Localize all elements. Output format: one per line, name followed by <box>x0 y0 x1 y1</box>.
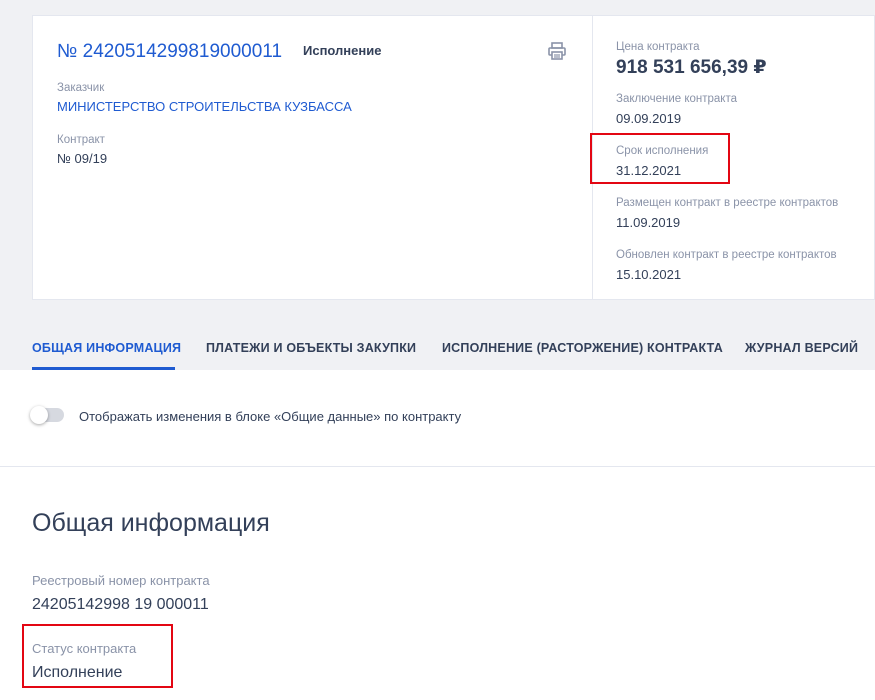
contract-header-card: № 2420514299819000011 Исполнение Заказчи… <box>32 15 875 300</box>
price-value: 918 531 656,39 ₽ <box>616 57 767 78</box>
updated-date: 15.10.2021 <box>616 267 682 282</box>
placed-label: Размещен контракт в реестре контрактов <box>616 197 839 209</box>
updated-label: Обновлен контракт в реестре контрактов <box>616 249 837 261</box>
placed-date: 11.09.2019 <box>616 215 681 230</box>
tab-execution[interactable]: ИСПОЛНЕНИЕ (РАСТОРЖЕНИЕ) КОНТРАКТА <box>442 341 723 355</box>
customer-label: Заказчик <box>57 82 105 94</box>
changes-toggle-label: Отображать изменения в блоке «Общие данн… <box>79 409 462 424</box>
section-title: Общая информация <box>32 509 270 537</box>
contract-number: № 09/19 <box>57 151 108 166</box>
section-divider <box>0 466 875 467</box>
tab-general-info[interactable]: ОБЩАЯ ИНФОРМАЦИЯ <box>32 341 181 355</box>
conclusion-label: Заключение контракта <box>616 93 737 105</box>
status-highlight <box>22 624 173 688</box>
toggle-knob <box>30 406 48 424</box>
contract-reg-number[interactable]: № 2420514299819000011 <box>57 41 282 63</box>
deadline-highlight <box>590 133 730 184</box>
tab-payments[interactable]: ПЛАТЕЖИ И ОБЪЕКТЫ ЗАКУПКИ <box>206 341 416 355</box>
price-label: Цена контракта <box>616 41 700 53</box>
print-icon[interactable] <box>547 41 567 61</box>
customer-link[interactable]: МИНИСТЕРСТВО СТРОИТЕЛЬСТВА КУЗБАССА <box>57 99 352 114</box>
changes-toggle[interactable] <box>30 406 64 424</box>
tab-version-log[interactable]: ЖУРНАЛ ВЕРСИЙ <box>745 341 858 355</box>
reg-number-value: 24205142998 19 000011 <box>32 596 209 613</box>
reg-number-label: Реестровый номер контракта <box>32 573 210 588</box>
contract-label: Контракт <box>57 134 105 146</box>
conclusion-date: 09.09.2019 <box>616 111 682 126</box>
status-badge: Исполнение <box>303 43 382 58</box>
